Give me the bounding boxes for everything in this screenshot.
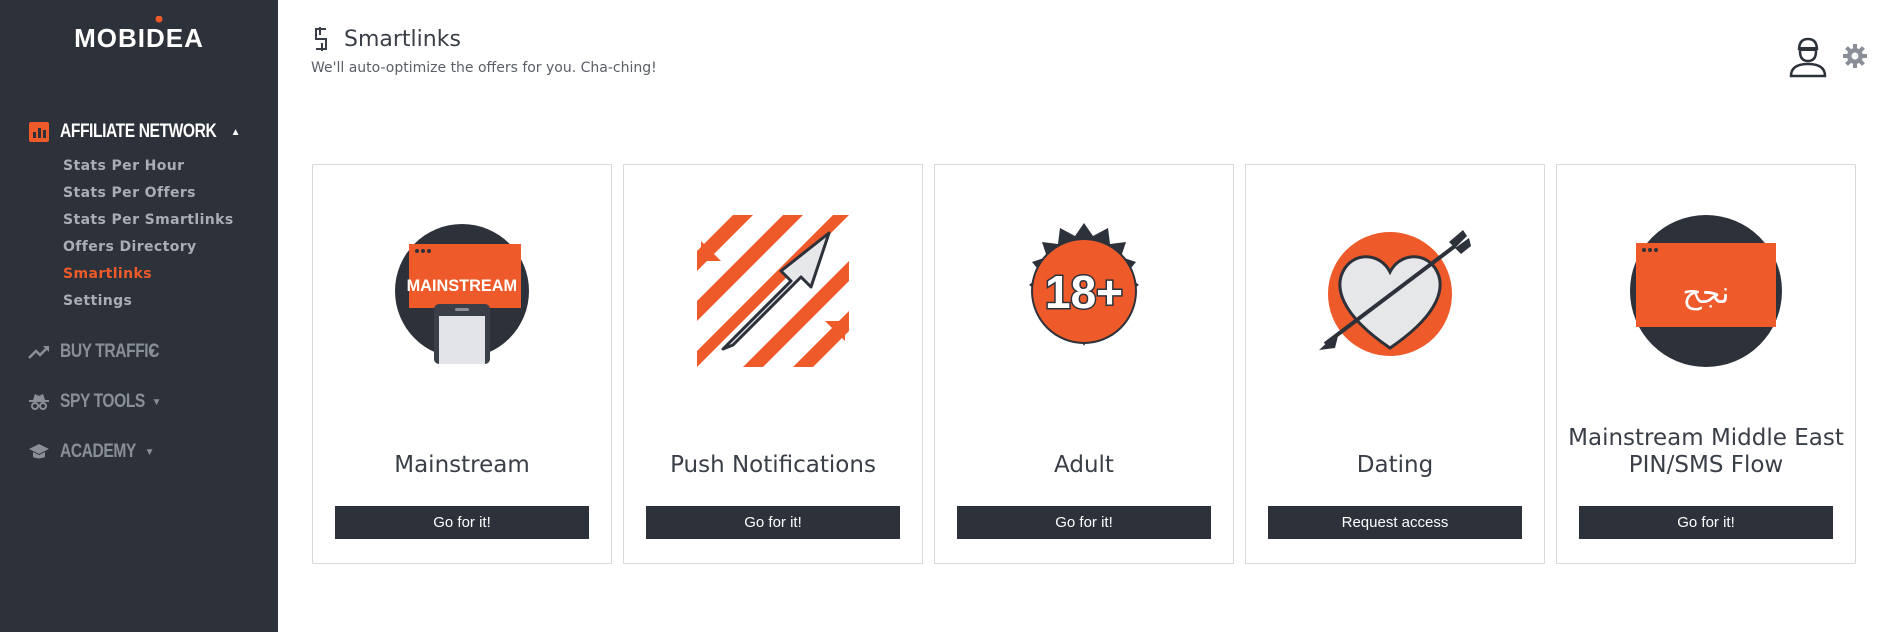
sidebar-item-offers-directory[interactable]: Offers Directory — [63, 234, 241, 261]
nav-academy-toggle[interactable]: ACADEMY ▼ — [28, 439, 154, 465]
card-title: Mainstream Middle East PIN/SMS Flow — [1568, 425, 1844, 478]
go-for-it-button-middle-east[interactable]: Go for it! — [1579, 506, 1833, 539]
chevron-down-icon: ▼ — [144, 446, 155, 458]
mobidea-logo[interactable]: MOBIDEA — [0, 16, 278, 52]
spy-icon — [28, 391, 50, 413]
sidebar-item-settings[interactable]: Settings — [63, 288, 241, 315]
sidebar-item-stats-per-smartlinks[interactable]: Stats Per Smartlinks — [63, 207, 241, 234]
trending-up-icon — [28, 341, 50, 363]
sidebar-item-smartlinks[interactable]: Smartlinks — [63, 261, 241, 288]
top-right-actions — [1788, 34, 1868, 78]
gear-icon[interactable] — [1842, 43, 1868, 69]
smartlink-card-mainstream: MAINSTREAM Mainstream Go for it! — [312, 164, 612, 564]
mainstream-icon: MAINSTREAM — [313, 201, 611, 381]
nav-affiliate-network: AFFILIATE NETWORK ▲ Stats Per Hour Stats… — [28, 119, 241, 315]
sidebar-item-stats-per-offers[interactable]: Stats Per Offers — [63, 180, 241, 207]
page-title: Smartlinks — [344, 26, 461, 52]
page-subtitle: We'll auto-optimize the offers for you. … — [311, 60, 657, 76]
page-header: Smartlinks We'll auto-optimize the offer… — [311, 26, 657, 77]
card-title: Dating — [1356, 452, 1434, 478]
smartlink-cards: MAINSTREAM Mainstream Go for it! Push No… — [312, 164, 1867, 564]
smartlink-icon — [311, 26, 333, 52]
user-avatar-icon[interactable] — [1788, 34, 1828, 78]
heart-arrow-icon — [1246, 201, 1544, 381]
nav-affiliate-network-toggle[interactable]: AFFILIATE NETWORK ▲ — [28, 119, 241, 145]
chevron-up-icon: ▲ — [230, 126, 241, 138]
bar-chart-icon — [28, 121, 50, 143]
smartlink-card-dating: Dating Request access — [1245, 164, 1545, 564]
nav-spy-tools-toggle[interactable]: SPY TOOLS ▼ — [28, 389, 161, 415]
smartlink-card-middle-east: نجح Mainstream Middle East PIN/SMS Flow … — [1556, 164, 1856, 564]
nav-academy-label: ACADEMY — [60, 441, 136, 462]
mainstream-badge-text: MAINSTREAM — [407, 276, 518, 295]
card-title: Adult — [1054, 452, 1114, 478]
nav-buy-traffic-toggle[interactable]: BUY TRAFFIC ▼ — [28, 339, 160, 365]
smartlink-card-adult: 18+ Adult Go for it! — [934, 164, 1234, 564]
affiliate-submenu: Stats Per Hour Stats Per Offers Stats Pe… — [63, 153, 241, 315]
nav-buy-traffic: BUY TRAFFIC ▼ — [28, 339, 160, 365]
nav-academy: ACADEMY ▼ — [28, 439, 154, 465]
nav-spy-tools-label: SPY TOOLS — [60, 391, 145, 412]
smartlink-card-push-notifications: Push Notifications Go for it! — [623, 164, 923, 564]
go-for-it-button-push-notifications[interactable]: Go for it! — [646, 506, 900, 539]
sidebar-item-stats-per-hour[interactable]: Stats Per Hour — [63, 153, 241, 180]
nav-affiliate-network-label: AFFILIATE NETWORK — [60, 121, 217, 142]
chevron-down-icon: ▼ — [151, 396, 162, 408]
go-for-it-button-mainstream[interactable]: Go for it! — [335, 506, 589, 539]
sidebar: MOBIDEA AFFILIATE NETWORK ▲ Stats Per Ho… — [0, 0, 278, 632]
svg-text:MOBIDEA: MOBIDEA — [74, 23, 204, 52]
nav-spy-tools: SPY TOOLS ▼ — [28, 389, 161, 415]
request-access-button-dating[interactable]: Request access — [1268, 506, 1522, 539]
adult-badge-text: 18+ — [1045, 266, 1123, 318]
adult-badge-icon: 18+ — [935, 201, 1233, 381]
arabic-badge-text: نجح — [1682, 276, 1729, 311]
arabic-window-icon: نجح — [1557, 201, 1855, 381]
card-title: Push Notifications — [670, 452, 876, 478]
go-for-it-button-adult[interactable]: Go for it! — [957, 506, 1211, 539]
nav-buy-traffic-label: BUY TRAFFIC — [60, 341, 160, 362]
card-title: Mainstream — [394, 452, 530, 478]
push-arrow-icon — [624, 201, 922, 381]
graduation-cap-icon — [28, 441, 50, 463]
